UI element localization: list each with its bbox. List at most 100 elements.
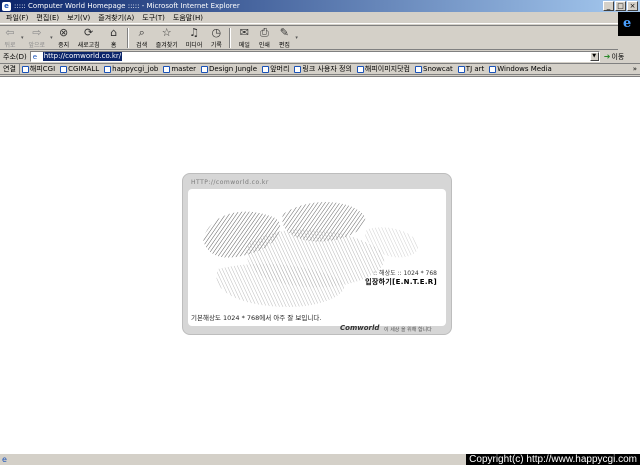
ie-throbber-logo: e	[618, 12, 640, 36]
link-label: happycgi_job	[112, 65, 159, 73]
page-content: HTTP://comworld.co.kr :: 해상도 :: 1024 * 7…	[0, 76, 640, 453]
link-label: CGIMALL	[68, 65, 100, 73]
stop-icon: ⊗	[58, 25, 69, 39]
copyright-watermark: Copyright(c) http://www.happycgi.com	[466, 454, 640, 465]
standard-toolbar: ⇦ 뒤로 ▾ ⇨ 앞으로 ▾ ⊗ 중지 ⟳ 새로고침 ⌂ 홈 ⌕ 검색 ☆ 즐겨…	[0, 25, 618, 50]
home-button[interactable]: ⌂ 홈	[104, 26, 124, 50]
refresh-icon: ⟳	[84, 25, 94, 39]
ie-icon: e	[2, 1, 11, 11]
back-arrow-icon: ⇦	[5, 25, 15, 39]
edit-icon: ✎	[279, 25, 289, 39]
page-status-icon: e	[2, 455, 7, 464]
link-item[interactable]: 앞머리	[262, 64, 289, 74]
splash-url-text: HTTP://comworld.co.kr	[191, 179, 269, 186]
menu-favorites[interactable]: 즐겨찾기(A)	[94, 13, 138, 23]
enter-link[interactable]: 입장하기[E.N.T.E.R]	[365, 277, 437, 287]
link-page-icon	[60, 65, 68, 73]
search-label: 검색	[136, 41, 148, 49]
refresh-button[interactable]: ⟳ 새로고침	[74, 26, 104, 50]
window-title: ::::: Computer World Homepage ::::: - Mi…	[14, 2, 240, 10]
address-url[interactable]: http://comworld.co.kr/	[42, 52, 123, 61]
brand-tagline: 이 세상 을 위해 합니다	[384, 327, 432, 333]
menu-tools[interactable]: 도구(T)	[138, 13, 169, 23]
link-label: Design Jungle	[209, 65, 258, 73]
link-item[interactable]: master	[163, 65, 196, 73]
resolution-note: :: 해상도 :: 1024 * 768	[373, 270, 437, 277]
forward-button[interactable]: ⇨ 앞으로	[25, 26, 50, 50]
address-bar: 주소(D) e http://comworld.co.kr/ ▼ ➜ 이동	[0, 50, 640, 63]
link-label: 앞머리	[270, 65, 290, 73]
mail-button[interactable]: ✉ 메일	[234, 26, 254, 50]
menu-help[interactable]: 도움말(H)	[169, 13, 207, 23]
edit-label: 편집	[278, 41, 290, 49]
favorites-label: 즐겨찾기	[155, 41, 178, 49]
print-icon: ⎙	[259, 25, 269, 39]
window-titlebar[interactable]: e ::::: Computer World Homepage ::::: - …	[0, 0, 640, 12]
menu-edit[interactable]: 편집(E)	[32, 13, 63, 23]
menu-file[interactable]: 파일(F)	[0, 13, 32, 23]
link-label: 링크 사용자 정의	[302, 65, 352, 73]
link-item[interactable]: 링크 사용자 정의	[294, 64, 352, 74]
link-page-icon	[457, 65, 465, 73]
address-dropdown-icon[interactable]: ▼	[589, 52, 599, 61]
link-page-icon	[356, 65, 364, 73]
link-page-icon	[104, 65, 112, 73]
toolbar-separator	[229, 27, 232, 48]
link-item[interactable]: CGIMALL	[60, 65, 99, 73]
link-item[interactable]: TJ art	[457, 65, 485, 73]
link-label: TJ art	[465, 65, 485, 73]
stop-button[interactable]: ⊗ 중지	[54, 26, 74, 50]
edit-dropdown-icon[interactable]: ▾	[295, 35, 298, 41]
media-button[interactable]: ♫ 미디어	[182, 26, 207, 50]
stop-label: 중지	[58, 41, 70, 49]
print-button[interactable]: ⎙ 인쇄	[254, 26, 274, 50]
link-item[interactable]: Design Jungle	[201, 65, 257, 73]
minimize-button[interactable]: _	[603, 1, 614, 11]
links-label: 연결	[0, 64, 20, 74]
go-button[interactable]: ➜ 이동	[604, 52, 625, 62]
maximize-button[interactable]: □	[615, 1, 626, 11]
link-item[interactable]: Snowcat	[415, 65, 453, 73]
back-label: 뒤로	[4, 41, 16, 49]
edit-button[interactable]: ✎ 편집	[274, 26, 294, 50]
refresh-label: 새로고침	[77, 41, 100, 49]
toolbar-separator	[126, 27, 129, 48]
page-favicon-icon: e	[32, 52, 38, 61]
menu-bar: 파일(F) 편집(E) 보기(V) 즐겨찾기(A) 도구(T) 도움말(H) e	[0, 12, 640, 36]
link-label: Windows Media	[497, 65, 552, 73]
address-label: 주소(D)	[3, 52, 27, 61]
link-item[interactable]: 해피CGI	[21, 64, 56, 74]
window-controls: _ □ ×	[603, 1, 638, 11]
home-icon: ⌂	[110, 25, 118, 39]
back-dropdown-icon[interactable]: ▾	[21, 35, 24, 41]
link-label: 해피이미지닷컴	[364, 65, 411, 73]
close-button[interactable]: ×	[627, 1, 638, 11]
resolution-info-text: 기본해상도 1024 * 768에서 아주 잘 보입니다.	[191, 314, 322, 322]
link-item[interactable]: happycgi_job	[104, 65, 158, 73]
address-input[interactable]: e http://comworld.co.kr/ ▼	[29, 51, 600, 62]
link-page-icon	[201, 65, 209, 73]
comworld-logo: Comworld	[340, 324, 380, 332]
link-item[interactable]: Windows Media	[489, 65, 552, 73]
favorites-button[interactable]: ☆ 즐겨찾기	[152, 26, 182, 50]
link-label: Snowcat	[423, 65, 453, 73]
search-button[interactable]: ⌕ 검색	[132, 26, 152, 50]
search-icon: ⌕	[138, 25, 145, 39]
back-button[interactable]: ⇦ 뒤로	[0, 26, 20, 50]
link-label: master	[171, 65, 197, 73]
favorites-icon: ☆	[161, 25, 172, 39]
forward-dropdown-icon[interactable]: ▾	[50, 35, 53, 41]
link-page-icon	[21, 65, 29, 73]
media-icon: ♫	[189, 25, 199, 39]
link-item[interactable]: 해피이미지닷컴	[356, 64, 411, 74]
splash-inner-panel: :: 해상도 :: 1024 * 768 입장하기[E.N.T.E.R] 기본해…	[188, 189, 446, 333]
link-page-icon	[262, 65, 270, 73]
link-page-icon	[163, 65, 171, 73]
history-button[interactable]: ◷ 기록	[206, 26, 226, 50]
link-label: 해피CGI	[29, 65, 56, 73]
print-label: 인쇄	[258, 41, 270, 49]
links-overflow-chevron-icon[interactable]: »	[633, 65, 637, 73]
menu-view[interactable]: 보기(V)	[63, 13, 94, 23]
link-page-icon	[415, 65, 423, 73]
forward-label: 앞으로	[28, 41, 46, 49]
